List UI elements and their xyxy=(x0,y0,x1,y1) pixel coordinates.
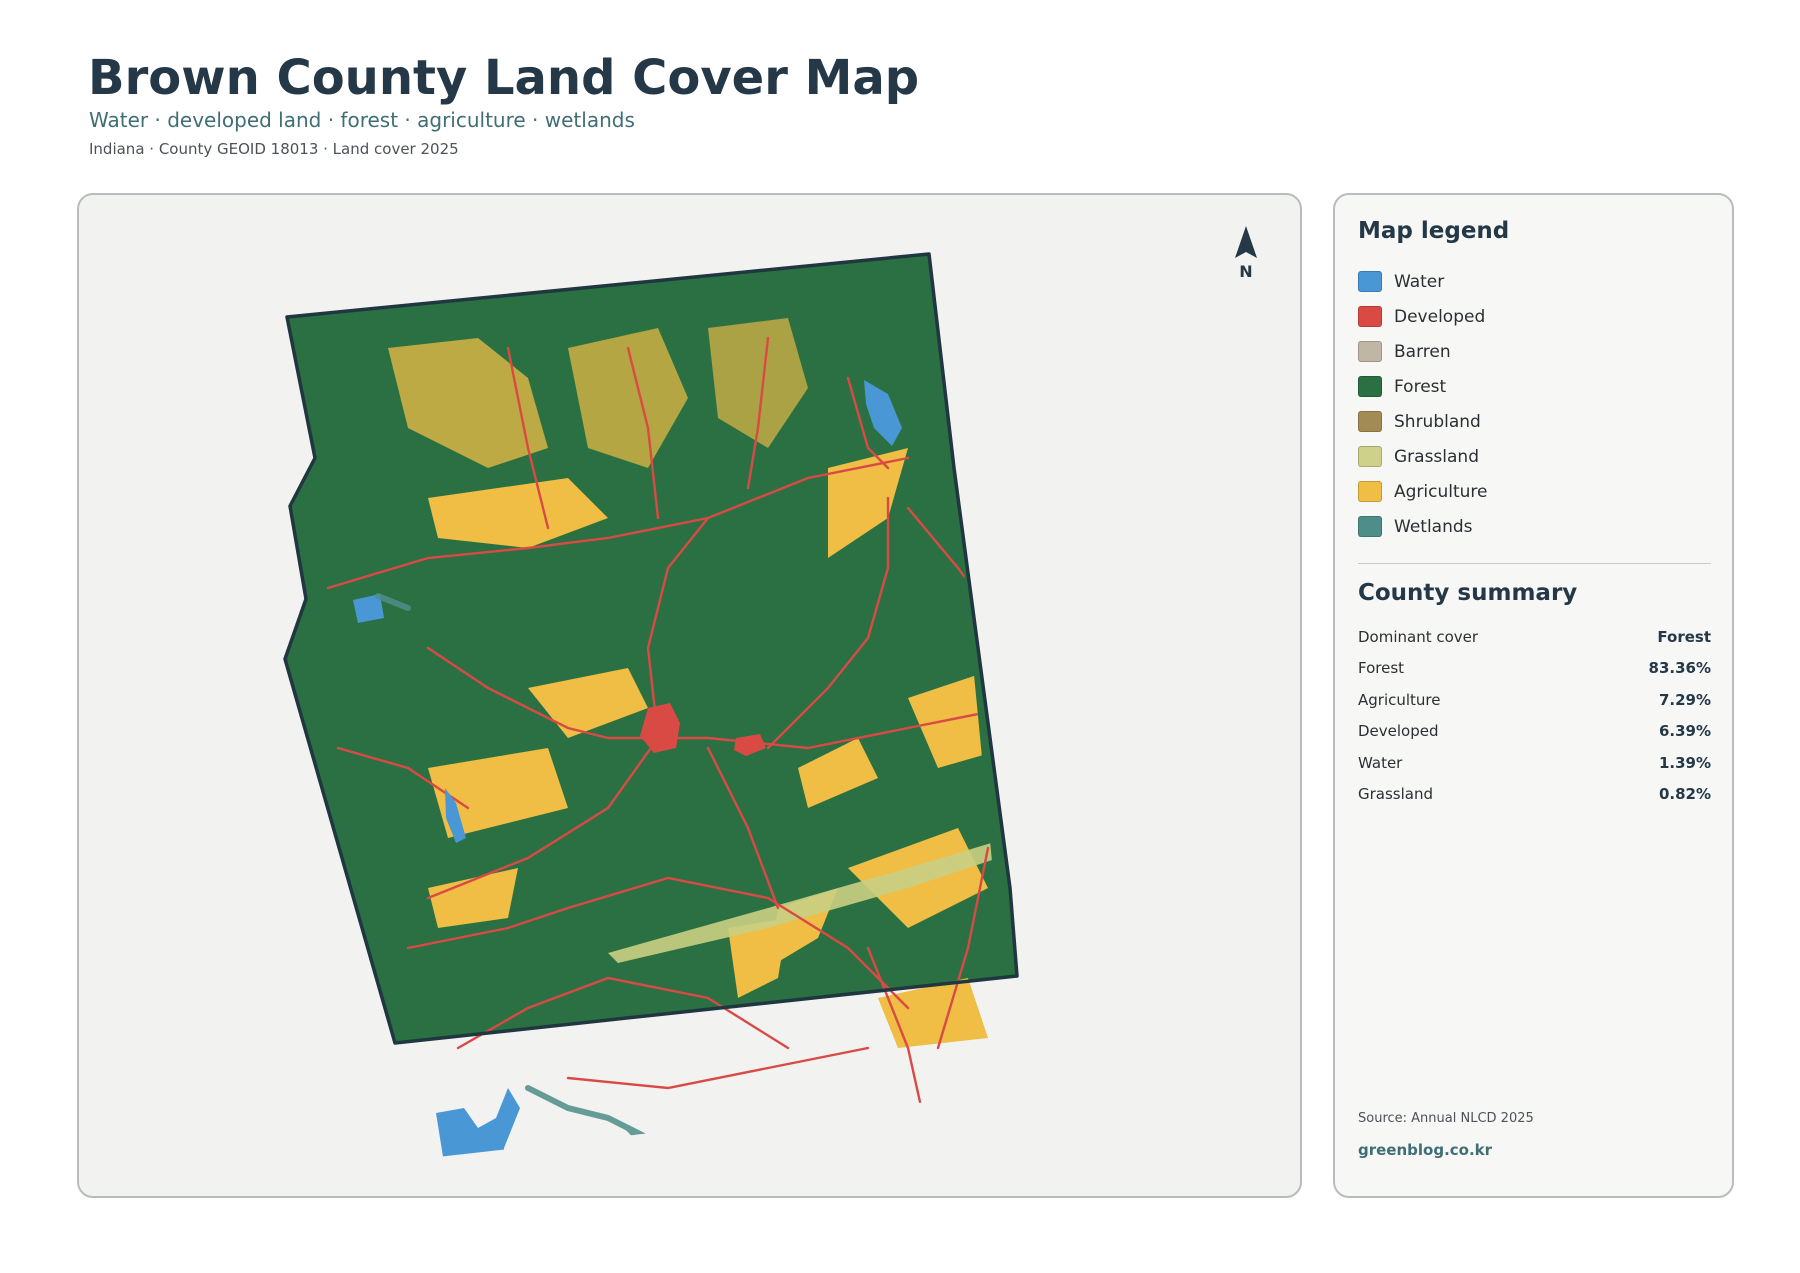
page-title: Brown County Land Cover Map xyxy=(88,50,920,106)
legend-swatch xyxy=(1358,376,1382,397)
legend-item-barren: Barren xyxy=(1358,334,1488,369)
summary-value: 0.82% xyxy=(1658,785,1711,804)
summary-value: Forest xyxy=(1657,627,1711,646)
summary-label: Water xyxy=(1358,753,1403,772)
summary-label: Grassland xyxy=(1358,785,1433,804)
legend-item-agriculture: Agriculture xyxy=(1358,474,1488,509)
legend-label: Forest xyxy=(1394,376,1447,397)
summary-value: 6.39% xyxy=(1658,722,1711,741)
summary-label: Agriculture xyxy=(1358,690,1441,709)
legend-label: Shrubland xyxy=(1394,411,1481,432)
summary-value: 1.39% xyxy=(1658,753,1711,772)
legend-label: Agriculture xyxy=(1394,481,1488,502)
legend-label: Water xyxy=(1394,271,1445,292)
legend-list: Water Developed Barren Forest Shrubland … xyxy=(1358,264,1488,544)
legend-label: Grassland xyxy=(1394,446,1479,467)
source-note: Source: Annual NLCD 2025 xyxy=(1358,1111,1534,1126)
summary-row-agriculture: Agriculture 7.29% xyxy=(1358,684,1711,716)
summary-label: Developed xyxy=(1358,722,1439,741)
summary-label: Forest xyxy=(1358,659,1405,678)
legend-swatch xyxy=(1358,411,1382,432)
county-map[interactable] xyxy=(79,195,1302,1198)
legend-swatch xyxy=(1358,341,1382,362)
legend-label: Wetlands xyxy=(1394,516,1473,537)
legend-swatch xyxy=(1358,481,1382,502)
summary-value: 7.29% xyxy=(1658,690,1711,709)
map-panel[interactable] xyxy=(77,193,1302,1198)
summary-label: Dominant cover xyxy=(1358,627,1479,646)
summary-row-water: Water 1.39% xyxy=(1358,747,1711,779)
page-subtitle: Water · developed land · forest · agricu… xyxy=(89,108,635,132)
county-summary: Dominant cover Forest Forest 83.36% Agri… xyxy=(1358,621,1711,810)
north-label: N xyxy=(1239,262,1253,281)
legend-label: Barren xyxy=(1394,341,1451,362)
legend-divider xyxy=(1358,563,1711,564)
legend-label: Developed xyxy=(1394,306,1486,327)
summary-value: 83.36% xyxy=(1648,659,1711,678)
legend-swatch xyxy=(1358,271,1382,292)
summary-row-developed: Developed 6.39% xyxy=(1358,716,1711,748)
legend-swatch xyxy=(1358,306,1382,327)
legend-item-water: Water xyxy=(1358,264,1488,299)
summary-row-grassland: Grassland 0.82% xyxy=(1358,779,1711,811)
legend-swatch xyxy=(1358,516,1382,537)
page-meta: Indiana · County GEOID 18013 · Land cove… xyxy=(89,140,459,158)
legend-title: Map legend xyxy=(1358,218,1510,244)
legend-item-shrubland: Shrubland xyxy=(1358,404,1488,439)
legend-item-grassland: Grassland xyxy=(1358,439,1488,474)
legend-item-developed: Developed xyxy=(1358,299,1488,334)
legend-item-forest: Forest xyxy=(1358,369,1488,404)
legend-panel: Map legend Water Developed Barren Forest… xyxy=(1333,193,1734,1198)
summary-title: County summary xyxy=(1358,580,1578,606)
summary-row-forest: Forest 83.36% xyxy=(1358,653,1711,685)
legend-item-wetlands: Wetlands xyxy=(1358,509,1488,544)
legend-swatch xyxy=(1358,446,1382,467)
site-link[interactable]: greenblog.co.kr xyxy=(1358,1141,1492,1159)
summary-row-dominant: Dominant cover Forest xyxy=(1358,621,1711,653)
